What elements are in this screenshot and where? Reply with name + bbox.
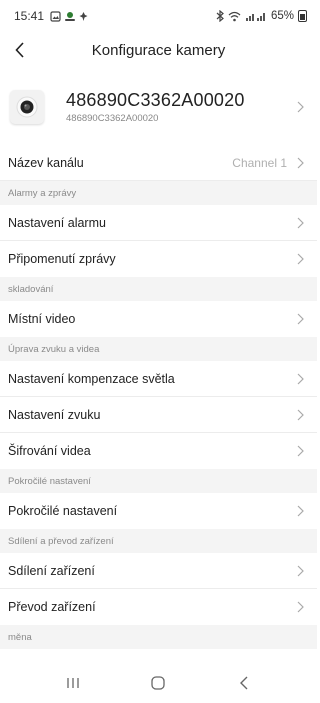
chevron-right-icon [297, 253, 304, 265]
status-time: 15:41 [14, 9, 45, 23]
advanced-settings-label: Pokročilé nastavení [8, 504, 118, 518]
settings-list: Název kanálu Channel 1 Alarmy a zprávy N… [0, 145, 317, 649]
wifi-icon [228, 11, 241, 21]
message-reminder-row[interactable]: Připomenutí zprávy [0, 241, 317, 277]
chevron-right-icon [297, 373, 304, 384]
transfer-device-row[interactable]: Převod zařízení [0, 589, 317, 625]
section-header-currency: měna [0, 625, 317, 649]
status-left: 15:41 [14, 9, 88, 23]
device-name: 486890C3362A00020 [66, 90, 245, 110]
home-button[interactable] [138, 668, 178, 698]
back-button[interactable] [6, 36, 34, 64]
system-nav-bar [0, 663, 317, 703]
local-video-row[interactable]: Místní video [0, 301, 317, 337]
back-icon [240, 676, 248, 690]
page-title: Konfigurace kamery [91, 41, 226, 59]
section-header-alarms: Alarmy a zprávy [0, 181, 317, 205]
notification-icons [50, 10, 88, 22]
video-encryption-label: Šifrování videa [8, 444, 91, 458]
sound-settings-row[interactable]: Nastavení zvuku [0, 397, 317, 433]
backlight-compensation-row[interactable]: Nastavení kompenzace světla [0, 361, 317, 397]
share-device-row[interactable]: Sdílení zařízení [0, 553, 317, 589]
location-icon [79, 11, 88, 21]
alarm-settings-label: Nastavení alarmu [8, 215, 106, 230]
local-video-label: Místní video [8, 312, 76, 326]
signal-icon [245, 12, 265, 21]
device-id: 486890C3362A00020 [66, 113, 159, 124]
section-header-storage: skladování [0, 277, 317, 301]
battery-percent: 65% [270, 10, 294, 22]
status-right: 65% [216, 10, 307, 22]
camera-icon [16, 96, 38, 118]
battery-icon [298, 10, 307, 22]
transfer-device-label: Převod zařízení [8, 600, 96, 614]
advanced-settings-row[interactable]: Pokročilé nastavení [0, 493, 317, 529]
gallery-icon [50, 10, 61, 22]
app-header: Konfigurace kamery [0, 32, 317, 68]
recent-apps-button[interactable] [53, 668, 93, 698]
chevron-right-icon [297, 101, 304, 113]
chevron-right-icon [297, 601, 304, 613]
video-encryption-row[interactable]: Šifrování videa [0, 433, 317, 469]
channel-name-right: Channel 1 [232, 156, 305, 170]
device-text: 486890C3362A00020 486890C3362A00020 [66, 90, 295, 124]
chevron-right-icon [297, 445, 304, 457]
chevron-left-icon [15, 42, 24, 58]
chevron-right-icon [297, 409, 304, 420]
bluetooth-icon [216, 10, 224, 22]
chevron-right-icon [297, 157, 304, 168]
channel-name-value: Channel 1 [232, 155, 287, 170]
section-header-advanced: Pokročilé nastavení [0, 469, 317, 493]
message-reminder-label: Připomenutí zprávy [8, 252, 116, 266]
channel-name-label: Název kanálu [8, 155, 84, 170]
recent-apps-icon [67, 678, 79, 688]
app-notification-icon [65, 11, 76, 21]
alarm-settings-row[interactable]: Nastavení alarmu [0, 205, 317, 241]
chevron-right-icon [297, 565, 304, 576]
section-header-audio-video: Úprava zvuku a videa [0, 337, 317, 361]
chevron-right-icon [297, 505, 304, 517]
home-icon [151, 676, 166, 690]
device-info-row[interactable]: 486890C3362A00020 486890C3362A00020 [0, 76, 317, 138]
backlight-compensation-label: Nastavení kompenzace světla [8, 371, 175, 386]
chevron-right-icon [297, 217, 304, 228]
share-device-label: Sdílení zařízení [8, 563, 95, 578]
status-bar: 15:41 65% [0, 0, 317, 32]
channel-name-row[interactable]: Název kanálu Channel 1 [0, 145, 317, 181]
camera-thumbnail [10, 90, 44, 124]
chevron-right-icon [297, 313, 304, 325]
system-back-button[interactable] [224, 668, 264, 698]
sound-settings-label: Nastavení zvuku [8, 407, 101, 422]
section-header-sharing: Sdílení a převod zařízení [0, 529, 317, 553]
